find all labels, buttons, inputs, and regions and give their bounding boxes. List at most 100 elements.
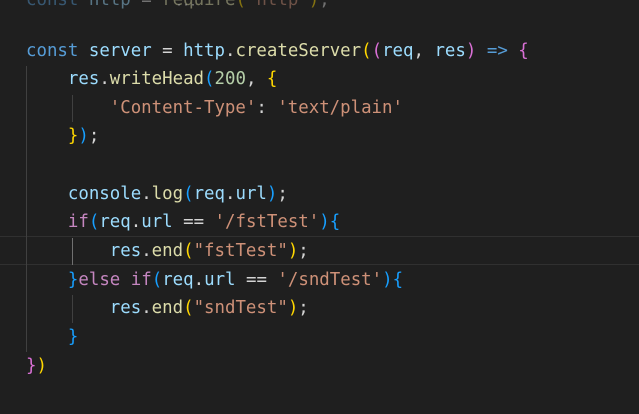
- code-line[interactable]: res.end("fstTest");: [26, 237, 309, 266]
- code-token: (: [371, 41, 383, 61]
- code-token: log: [151, 184, 184, 204]
- code-token: end: [151, 241, 184, 261]
- code-token: ;: [298, 241, 309, 261]
- code-token: '/sndTest': [277, 270, 383, 290]
- code-token: '/fstTest': [214, 212, 320, 232]
- code-token: res: [434, 41, 466, 61]
- code-token: (: [88, 212, 100, 232]
- code-token: res: [109, 241, 142, 261]
- code-token: ): [266, 184, 278, 204]
- code-token: .: [141, 241, 152, 261]
- code-token: (: [183, 184, 194, 204]
- code-line[interactable]: const server = http.createServer((req, r…: [26, 37, 529, 66]
- code-token: (: [235, 0, 246, 10]
- code-token: (: [183, 298, 194, 318]
- code-token: ;: [88, 126, 100, 146]
- code-line[interactable]: 'Content-Type': 'text/plain': [26, 94, 403, 123]
- code-token: url: [141, 212, 173, 232]
- code-token: req: [162, 270, 194, 290]
- code-token: {: [329, 212, 341, 232]
- code-line[interactable]: }: [26, 323, 78, 352]
- code-token: ;: [298, 298, 309, 318]
- code-token: if: [67, 212, 89, 232]
- code-token: }: [67, 126, 79, 146]
- code-token: .: [99, 69, 110, 89]
- code-token: http: [88, 0, 131, 10]
- code-token: ): [287, 298, 299, 318]
- code-token: ;: [277, 184, 288, 204]
- code-token: .: [130, 212, 142, 232]
- code-token: require: [162, 0, 236, 10]
- code-token: end: [151, 298, 184, 318]
- code-line[interactable]: res.writeHead(200, {: [26, 65, 277, 94]
- code-line[interactable]: });: [26, 122, 99, 151]
- code-token: ): [287, 241, 299, 261]
- code-line[interactable]: if(req.url == '/fstTest'){: [26, 208, 340, 237]
- code-token: ;: [319, 0, 330, 10]
- code-token: :: [256, 98, 278, 118]
- code-token: writeHead: [109, 69, 205, 89]
- code-token: 'http': [245, 0, 309, 10]
- code-token: url: [204, 270, 236, 290]
- code-token: (: [204, 69, 215, 89]
- code-token: const: [26, 0, 79, 10]
- code-token: 'text/plain': [277, 98, 403, 118]
- code-token: "fstTest": [193, 241, 288, 261]
- code-token: req: [382, 41, 414, 61]
- code-token: =: [130, 0, 163, 10]
- code-token: {: [518, 41, 529, 61]
- code-token: }: [67, 327, 79, 347]
- code-token: ==: [235, 270, 278, 290]
- code-token: }: [26, 356, 37, 376]
- code-token: req: [193, 184, 225, 204]
- code-token: ): [36, 356, 47, 376]
- code-token: {: [392, 270, 404, 290]
- code-token: (: [361, 41, 372, 61]
- code-token: ,: [413, 41, 435, 61]
- code-line[interactable]: }else if(req.url == '/sndTest'){: [26, 266, 403, 295]
- code-token: (: [151, 270, 163, 290]
- code-token: .: [193, 270, 205, 290]
- code-line[interactable]: console.log(req.url);: [26, 180, 288, 209]
- code-token: {: [266, 69, 278, 89]
- code-token: ==: [172, 212, 215, 232]
- code-token: 'Content-Type': [109, 98, 257, 118]
- code-token: ,: [245, 69, 267, 89]
- code-token: 200: [214, 69, 246, 89]
- code-editor[interactable]: const http = require('http'); const serve…: [0, 0, 639, 414]
- code-token: ): [78, 126, 89, 146]
- code-token: ): [382, 270, 393, 290]
- code-token: =>: [486, 41, 508, 61]
- code-token: =: [151, 41, 184, 61]
- code-line[interactable]: res.end("sndTest");: [26, 294, 309, 323]
- code-token: .: [224, 41, 236, 61]
- code-token: server: [88, 41, 152, 61]
- code-token: if: [130, 270, 152, 290]
- code-token: res: [67, 69, 100, 89]
- code-token: req: [99, 212, 131, 232]
- code-token: .: [225, 184, 236, 204]
- hint-dots: ···: [176, 0, 198, 11]
- code-token: .: [141, 184, 152, 204]
- code-token: url: [235, 184, 267, 204]
- code-line[interactable]: }): [26, 352, 47, 381]
- code-token: const: [26, 41, 79, 61]
- code-token: (: [183, 241, 194, 261]
- code-token: console: [67, 184, 142, 204]
- code-token: else: [78, 270, 121, 290]
- code-token: "sndTest": [193, 298, 288, 318]
